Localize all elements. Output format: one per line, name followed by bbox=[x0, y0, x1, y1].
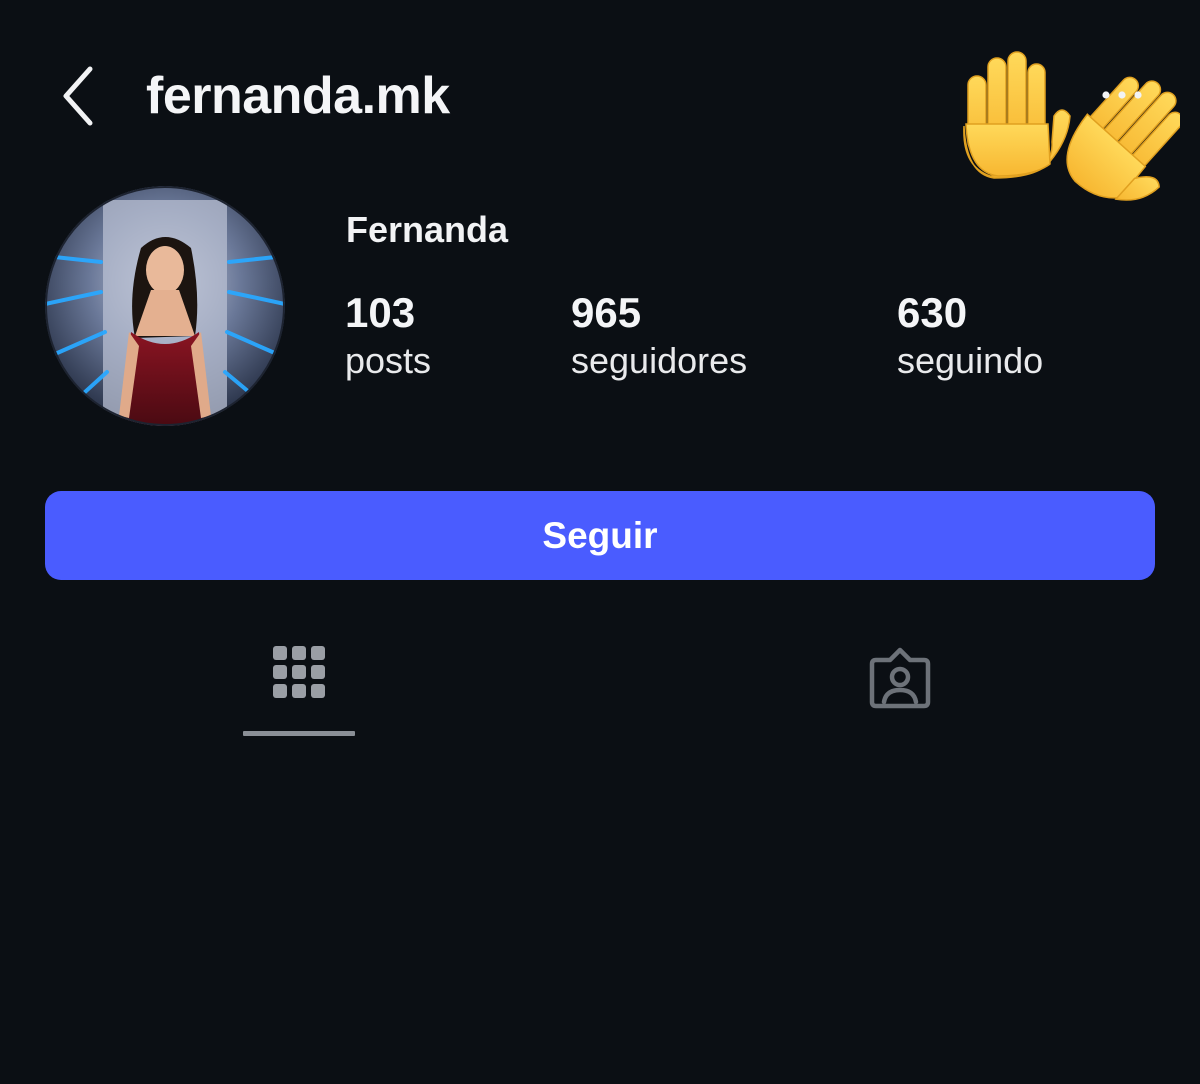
profile-username: fernanda.mk bbox=[146, 67, 450, 125]
follow-button[interactable]: Seguir bbox=[45, 491, 1155, 580]
following-count: 630 bbox=[897, 289, 968, 336]
tab-tagged[interactable] bbox=[844, 630, 956, 740]
stat-following[interactable]: 630 seguindo bbox=[897, 288, 1043, 384]
back-button[interactable] bbox=[52, 62, 104, 130]
more-horizontal-icon bbox=[1102, 91, 1142, 99]
posts-label: posts bbox=[345, 340, 432, 381]
more-options-button[interactable] bbox=[1094, 78, 1150, 112]
grid-icon bbox=[273, 646, 325, 698]
profile-photo bbox=[45, 186, 285, 426]
posts-count: 103 bbox=[345, 289, 416, 336]
following-label: seguindo bbox=[897, 340, 1044, 381]
profile-page: fernanda.mk Fernanda 103 posts 965 segui… bbox=[0, 0, 1200, 1084]
raised-hands-emoji bbox=[950, 46, 1184, 246]
tab-posts-grid[interactable] bbox=[243, 630, 355, 740]
display-name: Fernanda bbox=[346, 209, 509, 250]
chevron-left-icon bbox=[63, 66, 93, 126]
stat-followers[interactable]: 965 seguidores bbox=[571, 288, 747, 384]
active-tab-indicator bbox=[243, 731, 355, 736]
followers-label: seguidores bbox=[571, 340, 748, 381]
tagged-person-icon bbox=[869, 647, 931, 709]
avatar[interactable] bbox=[45, 186, 285, 426]
followers-count: 965 bbox=[571, 289, 642, 336]
stat-posts[interactable]: 103 posts bbox=[345, 288, 431, 384]
